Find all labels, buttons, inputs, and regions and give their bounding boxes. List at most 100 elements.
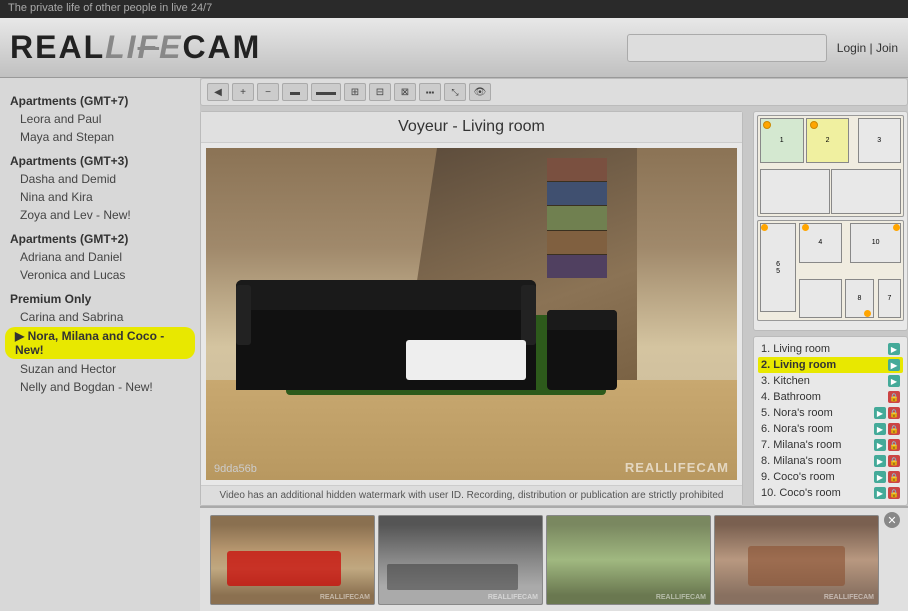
camera-5-icons: ▶ 🔒 xyxy=(874,407,900,419)
table xyxy=(406,340,526,380)
right-panel: 1 2 3 65 4 10 8 xyxy=(748,111,908,506)
video-scene: 9dda56b REALLIFECAM xyxy=(206,148,737,480)
thumbnail-3[interactable]: REALLIFECAM xyxy=(546,515,711,605)
camera-8-lock-icon: 🔒 xyxy=(888,455,900,467)
camera-4-lock-icon: 🔒 xyxy=(888,391,900,403)
camera-list: 1. Living room ▶ 2. Living room ▶ 3. Kit… xyxy=(753,336,908,506)
layout1-button[interactable]: ▬ xyxy=(282,83,308,101)
video-notice: Video has an additional hidden watermark… xyxy=(201,485,742,505)
layout5-button[interactable]: ⊠ xyxy=(394,83,416,101)
camera-3-green-icon: ▶ xyxy=(888,375,900,387)
video-title: Voyeur - Living room xyxy=(201,112,742,143)
login-link[interactable]: Login xyxy=(837,41,866,55)
camera-10-lock-icon: 🔒 xyxy=(888,487,900,499)
camera-3[interactable]: 3. Kitchen ▶ xyxy=(758,373,903,389)
camera-6-lock-icon: 🔒 xyxy=(888,423,900,435)
fp-room-3: 3 xyxy=(858,118,902,163)
layout3-button[interactable]: ⊞ xyxy=(344,83,366,101)
thumbnail-items: REALLIFECAM REALLIFECAM REALLIFECAM xyxy=(200,510,908,610)
camera-2-green-icon: ▶ xyxy=(888,359,900,371)
join-link[interactable]: Join xyxy=(876,41,898,55)
separator: | xyxy=(870,41,873,55)
camera-8-icons: ▶ 🔒 xyxy=(874,455,900,467)
camera-4[interactable]: 4. Bathroom 🔒 xyxy=(758,389,903,405)
sidebar-group-gmt3: Apartments (GMT+3) xyxy=(0,150,200,170)
layout2-button[interactable]: ▬▬ xyxy=(311,83,341,101)
cam-dot-lower-3 xyxy=(893,224,900,231)
prev-button[interactable]: ◀ xyxy=(207,83,229,101)
camera-5[interactable]: 5. Nora's room ▶ 🔒 xyxy=(758,405,903,421)
camera-9[interactable]: 9. Coco's room ▶ 🔒 xyxy=(758,469,903,485)
center-panel: ◀ + − ▬ ▬▬ ⊞ ⊟ ⊠ ▪▪▪ ⤡ 👁 Voyeur - Living… xyxy=(200,78,908,611)
camera-1[interactable]: 1. Living room ▶ xyxy=(758,341,903,357)
sidebar-item-carina-sabrina[interactable]: Carina and Sabrina xyxy=(0,308,200,326)
sidebar-item-maya-stepan[interactable]: Maya and Stepan xyxy=(0,128,200,146)
fp-room-extra xyxy=(831,169,901,214)
thumbnail-strip: ✕ REALLIFECAM REALLIFECAM REALL xyxy=(200,506,908,611)
camera-5-label: 5. Nora's room xyxy=(761,407,833,419)
video-id: 9dda56b xyxy=(214,463,257,475)
sidebar-item-dasha-demid[interactable]: Dasha and Demid xyxy=(0,170,200,188)
floor-plan: 1 2 3 65 4 10 8 xyxy=(753,111,908,331)
camera-8[interactable]: 8. Milana's room ▶ 🔒 xyxy=(758,453,903,469)
video-container: 9dda56b REALLIFECAM xyxy=(206,148,737,480)
sidebar-item-nelly-bogdan[interactable]: Nelly and Bogdan - New! xyxy=(0,378,200,396)
fp-hallway xyxy=(760,169,830,214)
video-right-wrap: Voyeur - Living room xyxy=(200,111,908,506)
camera-2[interactable]: 2. Living room ▶ xyxy=(758,357,903,373)
camera-6[interactable]: 6. Nora's room ▶ 🔒 xyxy=(758,421,903,437)
fullscreen-button[interactable]: ⤡ xyxy=(444,83,466,101)
search-box[interactable] xyxy=(627,34,827,62)
camera-7[interactable]: 7. Milana's room ▶ 🔒 xyxy=(758,437,903,453)
sidebar-item-nina-kira[interactable]: Nina and Kira xyxy=(0,188,200,206)
camera-1-icons: ▶ xyxy=(888,343,900,355)
camera-1-green-icon: ▶ xyxy=(888,343,900,355)
camera-2-label: 2. Living room xyxy=(761,359,836,371)
thumb-3-watermark: REALLIFECAM xyxy=(656,594,706,601)
sidebar-item-leora-paul[interactable]: Leora and Paul xyxy=(0,110,200,128)
camera-4-icons: 🔒 xyxy=(888,391,900,403)
video-main: Voyeur - Living room xyxy=(200,111,743,506)
top-banner: The private life of other people in live… xyxy=(0,0,908,18)
camera-10-icons: ▶ 🔒 xyxy=(874,487,900,499)
sidebar-item-suzan-hector[interactable]: Suzan and Hector xyxy=(0,360,200,378)
layout6-button[interactable]: ▪▪▪ xyxy=(419,83,441,101)
header: REALLIFECAM Login | Join xyxy=(0,18,908,78)
fp-room-lower-2 xyxy=(799,279,843,319)
thumb-4-watermark: REALLIFECAM xyxy=(824,594,874,601)
layout4-button[interactable]: ⊟ xyxy=(369,83,391,101)
sidebar-group-premium: Premium Only xyxy=(0,288,200,308)
floor-plan-upper: 1 2 3 xyxy=(757,115,904,217)
sidebar-group-gmt7: Apartments (GMT+7) xyxy=(0,90,200,110)
camera-10-label: 10. Coco's room xyxy=(761,487,841,499)
camera-6-label: 6. Nora's room xyxy=(761,423,833,435)
camera-6-green-icon: ▶ xyxy=(874,423,886,435)
sidebar: Apartments (GMT+7) Leora and Paul Maya a… xyxy=(0,78,200,611)
camera-7-lock-icon: 🔒 xyxy=(888,439,900,451)
sidebar-item-zoya-lev[interactable]: Zoya and Lev - New! xyxy=(0,206,200,224)
thumbnail-1[interactable]: REALLIFECAM xyxy=(210,515,375,605)
camera-10[interactable]: 10. Coco's room ▶ 🔒 xyxy=(758,485,903,501)
sidebar-item-adriana-daniel[interactable]: Adriana and Daniel xyxy=(0,248,200,266)
camera-4-label: 4. Bathroom xyxy=(761,391,821,403)
thumbnail-2[interactable]: REALLIFECAM xyxy=(378,515,543,605)
zoom-out-button[interactable]: − xyxy=(257,83,279,101)
camera-3-icons: ▶ xyxy=(888,375,900,387)
camera-9-label: 9. Coco's room xyxy=(761,471,835,483)
sidebar-item-nora-milana-coco[interactable]: ▶ Nora, Milana and Coco - New! xyxy=(5,327,195,359)
camera-3-label: 3. Kitchen xyxy=(761,375,810,387)
camera-9-icons: ▶ 🔒 xyxy=(874,471,900,483)
video-panel: Voyeur - Living room xyxy=(200,111,743,506)
close-thumbnails-button[interactable]: ✕ xyxy=(884,512,900,528)
login-join: Login | Join xyxy=(837,41,898,55)
cam-dot-1 xyxy=(763,121,771,129)
eye-button[interactable]: 👁 xyxy=(469,83,491,101)
sidebar-group-gmt2: Apartments (GMT+2) xyxy=(0,228,200,248)
thumbnail-4[interactable]: REALLIFECAM xyxy=(714,515,879,605)
camera-2-icons: ▶ xyxy=(888,359,900,371)
zoom-in-button[interactable]: + xyxy=(232,83,254,101)
camera-5-green-icon: ▶ xyxy=(874,407,886,419)
camera-1-label: 1. Living room xyxy=(761,343,830,355)
camera-8-label: 8. Milana's room xyxy=(761,455,841,467)
sidebar-item-veronica-lucas[interactable]: Veronica and Lucas xyxy=(0,266,200,284)
